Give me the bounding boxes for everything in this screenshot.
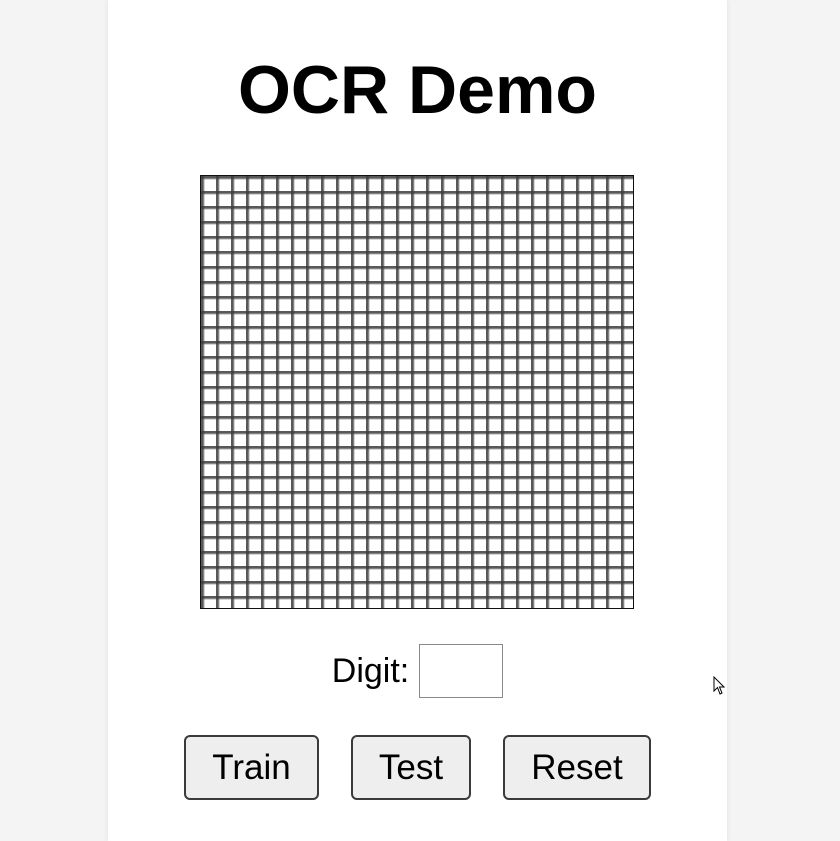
test-button[interactable]: Test xyxy=(351,735,471,800)
digit-row: Digit: xyxy=(108,642,727,700)
train-button[interactable]: Train xyxy=(184,735,319,800)
mouse-pointer-icon xyxy=(713,676,726,695)
button-row: Train Test Reset xyxy=(108,735,727,800)
digit-input[interactable] xyxy=(419,644,504,698)
main-panel: OCR Demo Digit: Train Test Reset xyxy=(108,0,727,841)
drawing-grid-canvas[interactable] xyxy=(200,175,634,609)
reset-button[interactable]: Reset xyxy=(503,735,651,800)
page-title: OCR Demo xyxy=(238,52,597,128)
digit-label: Digit: xyxy=(331,651,410,690)
